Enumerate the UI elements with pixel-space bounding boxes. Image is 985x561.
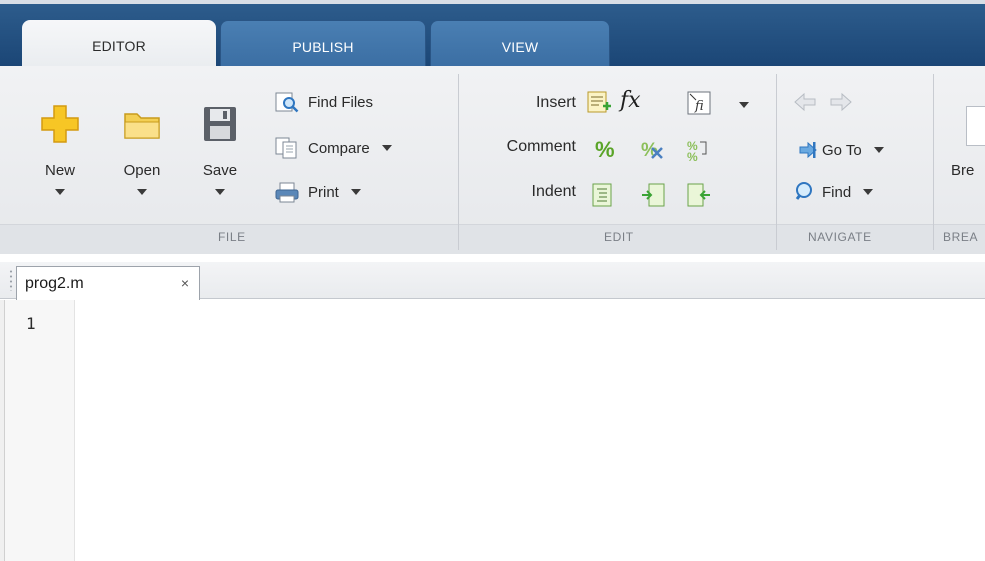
breakpoints-icon[interactable] bbox=[966, 106, 985, 146]
new-plus-icon bbox=[41, 105, 79, 143]
insert-code-icon[interactable]: fi bbox=[686, 90, 712, 116]
increase-indent-icon[interactable] bbox=[640, 182, 666, 208]
line-number-gutter: 1 bbox=[0, 300, 75, 561]
tab-editor[interactable]: EDITOR bbox=[22, 20, 216, 70]
close-tab-icon[interactable]: × bbox=[181, 275, 189, 291]
find-files-button[interactable]: Find Files bbox=[274, 90, 373, 114]
wrap-comments-icon[interactable]: % % bbox=[686, 136, 712, 162]
insert-section-icon[interactable] bbox=[586, 90, 612, 116]
indent-label: Indent bbox=[531, 183, 576, 200]
tab-publish[interactable]: PUBLISH bbox=[220, 20, 426, 70]
chevron-down-icon bbox=[215, 189, 225, 195]
chevron-down-icon bbox=[863, 189, 874, 195]
new-label: New bbox=[44, 162, 75, 179]
compare-label: Compare bbox=[308, 139, 370, 157]
forward-arrow-icon[interactable] bbox=[828, 90, 854, 114]
uncomment-icon[interactable]: % bbox=[640, 136, 666, 162]
fx-label: fx bbox=[620, 88, 641, 113]
save-button[interactable]: Save bbox=[190, 104, 250, 216]
go-to-label: Go To bbox=[822, 141, 862, 159]
go-to-icon bbox=[799, 141, 817, 159]
new-button[interactable]: New bbox=[30, 104, 90, 216]
find-files-label: Find Files bbox=[308, 93, 374, 111]
save-label: Save bbox=[202, 162, 238, 179]
print-button[interactable]: Print bbox=[274, 180, 361, 204]
editor-ribbon: New Open Save Find Files Compare Print F… bbox=[0, 66, 985, 254]
chevron-down-icon bbox=[55, 189, 65, 195]
chevron-down-icon[interactable] bbox=[739, 102, 749, 108]
file-group-label: FILE bbox=[218, 230, 246, 244]
code-editor[interactable]: 1 bbox=[0, 300, 985, 561]
chevron-down-icon bbox=[137, 189, 147, 195]
drag-handle[interactable] bbox=[8, 269, 14, 291]
magnifier-icon bbox=[795, 182, 812, 200]
breakpoints-label: Bre bbox=[951, 162, 975, 179]
print-label: Print bbox=[308, 183, 339, 201]
compare-icon bbox=[275, 137, 297, 159]
comment-icon[interactable]: % bbox=[594, 136, 620, 162]
find-button[interactable]: Find bbox=[792, 180, 874, 204]
chevron-down-icon bbox=[350, 189, 361, 195]
breakpoints-button[interactable]: Bre bbox=[951, 162, 985, 179]
floppy-disk-icon bbox=[204, 107, 236, 141]
decrease-indent-icon[interactable] bbox=[686, 182, 712, 208]
open-button[interactable]: Open bbox=[112, 104, 172, 216]
svg-text:fi: fi bbox=[694, 99, 704, 114]
chevron-down-icon bbox=[381, 145, 392, 151]
tab-view[interactable]: VIEW bbox=[430, 20, 610, 70]
document-tab-strip: prog2.m × bbox=[0, 262, 985, 300]
group-divider bbox=[776, 74, 777, 250]
compare-button[interactable]: Compare bbox=[274, 136, 392, 160]
breakpoints-group-label: BREA bbox=[943, 230, 979, 244]
svg-text:%: % bbox=[595, 137, 615, 162]
go-to-button[interactable]: Go To bbox=[792, 138, 884, 162]
smart-indent-icon[interactable] bbox=[590, 182, 616, 208]
folder-icon bbox=[124, 113, 160, 139]
document-tab[interactable]: prog2.m × bbox=[16, 266, 200, 300]
comment-label: Comment bbox=[506, 138, 576, 155]
svg-text:%: % bbox=[687, 150, 698, 162]
navigate-group-label: NAVIGATE bbox=[808, 230, 872, 244]
insert-function-button[interactable]: fx bbox=[620, 88, 641, 113]
editor-left-border bbox=[0, 300, 5, 561]
find-files-icon bbox=[275, 92, 299, 113]
find-label: Find bbox=[822, 183, 852, 201]
ribbon-tab-bar: EDITOR PUBLISH VIEW bbox=[0, 0, 985, 70]
edit-group-label: EDIT bbox=[604, 230, 634, 244]
line-number: 1 bbox=[26, 314, 36, 333]
insert-label: Insert bbox=[535, 94, 576, 111]
group-divider bbox=[933, 74, 934, 250]
printer-icon bbox=[275, 182, 299, 203]
group-divider bbox=[458, 74, 459, 250]
document-tab-name: prog2.m bbox=[25, 274, 84, 292]
open-label: Open bbox=[123, 162, 161, 179]
back-arrow-icon[interactable] bbox=[792, 90, 818, 114]
chevron-down-icon bbox=[873, 147, 884, 153]
